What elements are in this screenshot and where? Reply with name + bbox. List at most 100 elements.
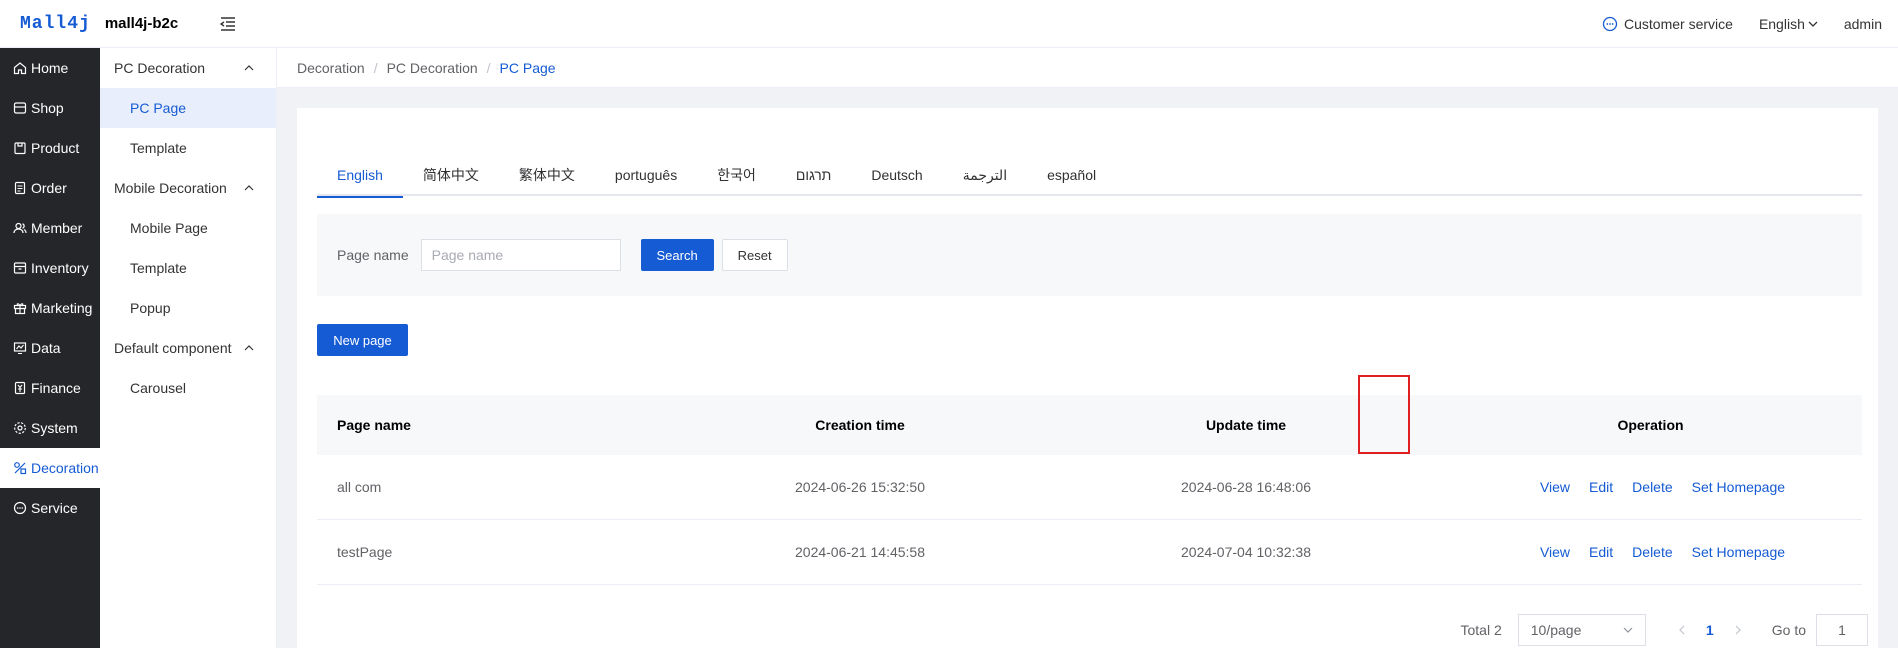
reset-button[interactable]: Reset — [721, 239, 788, 271]
menu-fold-icon[interactable] — [218, 14, 238, 34]
page-name-input[interactable] — [420, 239, 621, 271]
delete-link[interactable]: Delete — [1632, 544, 1672, 560]
subnav-item-pc-template[interactable]: Template — [100, 128, 276, 168]
inventory-icon — [13, 262, 27, 274]
view-link[interactable]: View — [1540, 544, 1570, 560]
page-size-value: 10/page — [1530, 622, 1582, 638]
table-header: Page name Creation time Update time Oper… — [317, 395, 1862, 455]
finance-icon — [14, 381, 26, 395]
breadcrumb: Decoration / PC Decoration / PC Page — [277, 48, 1898, 88]
nav-item-order[interactable]: Order — [0, 168, 100, 208]
tab-spanish[interactable]: español — [1027, 156, 1116, 196]
nav-item-home[interactable]: Home — [0, 48, 100, 88]
column-header-update-time: Update time — [1205, 417, 1287, 433]
tab-german[interactable]: Deutsch — [851, 156, 942, 196]
main-area: Decoration / PC Decoration / PC Page Eng… — [277, 48, 1898, 648]
app-name: mall4j-b2c — [104, 15, 179, 32]
cell-creation-time: 2024-06-26 15:32:50 — [795, 479, 925, 495]
set-homepage-link[interactable]: Set Homepage — [1692, 479, 1785, 495]
next-page-button[interactable] — [1722, 614, 1754, 646]
breadcrumb-current: PC Page — [499, 59, 556, 76]
chevron-down-icon — [1808, 21, 1818, 27]
subnav-group-label: Default component — [114, 340, 232, 356]
tab-traditional-chinese[interactable]: 繁体中文 — [499, 156, 595, 196]
gift-icon — [13, 303, 27, 315]
tab-arabic[interactable]: الترجمة — [943, 156, 1027, 196]
breadcrumb-separator: / — [486, 59, 491, 76]
service-icon — [13, 501, 27, 515]
nav-item-label: Data — [31, 340, 61, 356]
nav-item-service[interactable]: Service — [0, 488, 100, 528]
nav-item-data[interactable]: Data — [0, 328, 100, 368]
set-homepage-link[interactable]: Set Homepage — [1692, 544, 1785, 560]
edit-link[interactable]: Edit — [1589, 544, 1613, 560]
chevron-up-icon — [244, 345, 254, 351]
language-dropdown[interactable]: English — [1759, 16, 1818, 32]
subnav-group-pc-decoration[interactable]: PC Decoration — [100, 48, 276, 88]
tab-hebrew[interactable]: תרגום — [776, 156, 852, 196]
chat-bubble-icon — [1602, 16, 1618, 31]
nav-item-label: Service — [31, 500, 78, 516]
new-page-button[interactable]: New page — [317, 324, 408, 356]
delete-link[interactable]: Delete — [1632, 479, 1672, 495]
language-label: English — [1758, 15, 1805, 32]
table-row: all com 2024-06-26 15:32:50 2024-06-28 1… — [317, 455, 1862, 520]
cell-update-time: 2024-06-28 16:48:06 — [1181, 479, 1311, 495]
page-name-label: Page name — [337, 247, 409, 263]
nav-item-label: Inventory — [31, 260, 89, 276]
page-size-select[interactable]: 10/page — [1517, 614, 1646, 646]
user-menu[interactable]: admin — [1844, 16, 1882, 32]
gear-icon — [14, 422, 26, 434]
chevron-left-icon — [1678, 625, 1685, 635]
nav-item-shop[interactable]: Shop — [0, 88, 100, 128]
logo[interactable]: Mall4j mall4j-b2c — [0, 14, 210, 34]
subnav-group-mobile-decoration[interactable]: Mobile Decoration — [100, 168, 276, 208]
chevron-up-icon — [244, 185, 254, 191]
nav-item-member[interactable]: Member — [0, 208, 100, 248]
cell-page-name: all com — [337, 479, 382, 495]
prev-page-button[interactable] — [1666, 614, 1698, 646]
nav-item-label: Order — [31, 180, 67, 196]
nav-item-product[interactable]: Product — [0, 128, 100, 168]
tab-simplified-chinese[interactable]: 简体中文 — [403, 156, 499, 196]
page-number[interactable]: 1 — [1698, 622, 1722, 638]
product-icon — [14, 142, 26, 155]
nav-item-decoration[interactable]: Decoration — [0, 448, 100, 488]
tab-english[interactable]: English — [317, 156, 403, 198]
breadcrumb-item[interactable]: Decoration — [297, 60, 365, 76]
nav-item-marketing[interactable]: Marketing — [0, 288, 100, 328]
nav-item-label: Product — [31, 140, 80, 156]
order-icon — [14, 181, 26, 195]
breadcrumb-item[interactable]: PC Decoration — [387, 60, 478, 76]
view-link[interactable]: View — [1540, 479, 1570, 495]
cell-creation-time: 2024-06-21 14:45:58 — [795, 544, 925, 560]
cell-page-name: testPage — [337, 544, 393, 560]
subnav-item-mobile-template[interactable]: Template — [100, 248, 276, 288]
edit-link[interactable]: Edit — [1589, 479, 1613, 495]
search-button[interactable]: Search — [640, 239, 714, 271]
pages-table: Page name Creation time Update time Oper… — [317, 395, 1862, 585]
subnav-item-popup[interactable]: Popup — [100, 288, 276, 328]
goto-page-input[interactable] — [1816, 614, 1868, 646]
cell-operations: View Edit Delete Set Homepage — [1439, 544, 1862, 560]
column-header-creation-time: Creation time — [815, 417, 905, 433]
nav-item-label: Finance — [31, 380, 81, 396]
table-row: testPage 2024-06-21 14:45:58 2024-07-04 … — [317, 520, 1862, 585]
subnav-item-mobile-page[interactable]: Mobile Page — [100, 208, 276, 248]
subnav-group-default-component[interactable]: Default component — [100, 328, 276, 368]
subnav-item-carousel[interactable]: Carousel — [100, 368, 276, 408]
pagination: Total 2 10/page 1 Go to — [1461, 614, 1868, 646]
tab-korean[interactable]: 한국어 — [697, 156, 776, 196]
breadcrumb-separator: / — [373, 59, 378, 76]
shop-icon — [13, 102, 27, 114]
tab-portuguese[interactable]: português — [595, 156, 697, 196]
search-panel: Page name Search Reset — [317, 214, 1862, 296]
nav-item-label: Decoration — [31, 460, 99, 476]
customer-service-link[interactable]: Customer service — [1602, 16, 1733, 32]
subnav-item-pc-page[interactable]: PC Page — [100, 88, 276, 128]
nav-item-system[interactable]: System — [0, 408, 100, 448]
nav-item-inventory[interactable]: Inventory — [0, 248, 100, 288]
column-header-operation: Operation — [1617, 417, 1684, 433]
nav-item-finance[interactable]: Finance — [0, 368, 100, 408]
sub-sidebar: PC Decoration PC Page Template Mobile De… — [100, 48, 277, 648]
